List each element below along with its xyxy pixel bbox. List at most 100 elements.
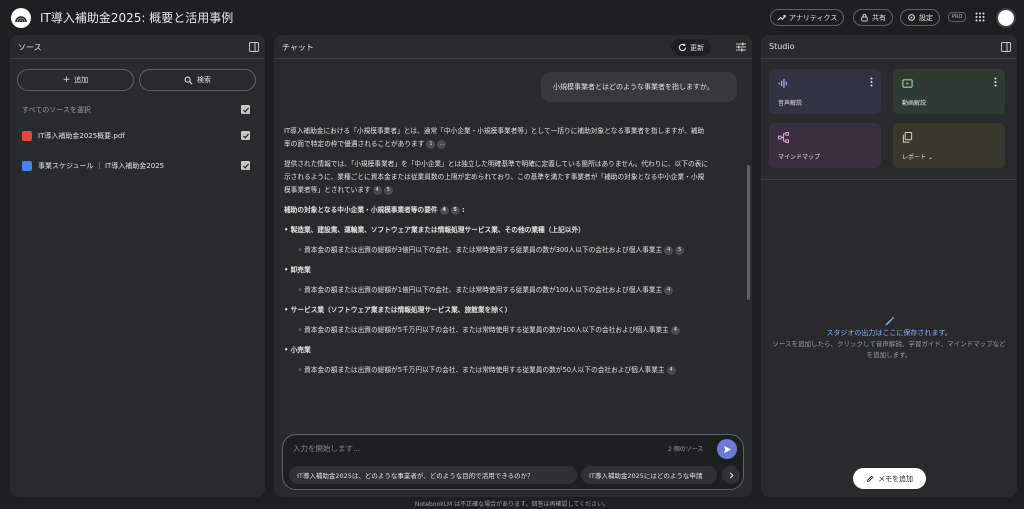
source-checkbox[interactable] — [241, 131, 250, 140]
source-checkbox[interactable] — [241, 161, 250, 170]
source-item[interactable]: 事業スケジュール ｜ IT導入補助金2025 — [22, 161, 164, 171]
sources-title: ソース — [18, 43, 42, 52]
lock-icon — [861, 13, 868, 22]
user-message-bubble: 小規模事業者とはどのような事業者を指しますか。 — [541, 72, 737, 102]
pdf-icon — [22, 131, 32, 141]
app-header: IT導入補助金2025: 概要と活用事例 アナリティクス 共有 設定 PRO — [0, 0, 1024, 35]
video-icon — [902, 79, 913, 88]
industry-item: • 卸売業 — [284, 266, 311, 274]
chevron-down-icon: ⌄ — [927, 154, 933, 161]
requirement-detail: ◦ 資本金の額または出資の総額が3億円以下の会社、または常時使用する従業員の数が… — [298, 246, 663, 254]
collapse-panel-icon[interactable] — [1001, 42, 1011, 52]
answer-paragraph: 提供された情報では、「小規模事業者」を「中小企業」とは独立した明確基準で明確に定… — [284, 160, 709, 194]
studio-header: Studio — [761, 35, 1017, 59]
search-icon — [184, 76, 193, 84]
plus-icon: + — [62, 75, 71, 85]
citation-chip[interactable]: 4 — [666, 365, 676, 375]
sources-header: ソース — [10, 35, 265, 59]
select-all-label: すべてのソースを選択 — [22, 106, 91, 114]
user-avatar[interactable] — [996, 8, 1016, 28]
requirement-detail: ◦ 資本金の額または出資の総額が5千万円以下の会社、または常時使用する従業員の数… — [298, 366, 665, 374]
add-source-label: 追加 — [74, 76, 89, 84]
sources-panel: ソース + 追加 検索 すべてのソースを選択 IT導入補助金2025概要.pdf… — [10, 35, 265, 497]
share-label: 共有 — [872, 13, 886, 22]
web-icon — [22, 161, 32, 171]
studio-empty-description: ソースを追加したら、クリックして音声解説、学習ガイド、マインドマップなどを追加し… — [772, 340, 1006, 359]
settings-label: 設定 — [919, 13, 933, 22]
send-button[interactable] — [717, 439, 737, 459]
source-item-label: IT導入補助金2025概要.pdf — [38, 132, 125, 140]
refresh-label: 更新 — [690, 43, 704, 52]
send-arrow-icon — [723, 445, 731, 453]
share-button[interactable]: 共有 — [853, 9, 893, 26]
chat-input[interactable] — [293, 441, 653, 455]
citation-chip[interactable]: 4 — [664, 245, 674, 255]
studio-card-audio[interactable]: 音声解説 — [769, 69, 881, 114]
chevron-right-icon — [729, 471, 734, 479]
gear-icon — [908, 14, 915, 21]
chat-scrollbar[interactable] — [747, 165, 750, 300]
settings-button[interactable]: 設定 — [900, 9, 940, 26]
trending-up-icon — [777, 15, 786, 21]
collapse-panel-icon[interactable] — [249, 42, 259, 52]
industry-item: • 小売業 — [284, 346, 311, 354]
apps-grid-icon[interactable] — [975, 12, 985, 22]
report-icon — [902, 132, 913, 143]
suggested-question[interactable]: IT導入補助金2025は、どのような事業者が、どのような目的で活用できるのか？ — [289, 466, 577, 484]
citation-chip[interactable]: 5 — [450, 205, 460, 215]
answer-paragraph: IT導入補助金における「小規模事業者」とは、通常「中小企業・小規模事業者等」とし… — [284, 127, 705, 148]
analytics-button[interactable]: アナリティクス — [770, 9, 845, 26]
disclaimer-footer: NotebookLM は不正確な場合があります。回答は再確認してください。 — [414, 501, 610, 508]
citation-chip[interactable]: ... — [437, 139, 447, 149]
studio-card-label: 音声解説 — [778, 100, 803, 107]
suggested-question[interactable]: IT導入補助金2025にはどのような申請 — [581, 466, 717, 484]
search-source-label: 検索 — [197, 76, 211, 84]
industry-item: • 製造業、建設業、運輸業、ソフトウェア業または情報処理サービス業、その他の業種… — [284, 226, 585, 234]
studio-empty-title: スタジオの出力はここに保存されます。 — [826, 329, 952, 337]
citation-chip[interactable]: 5 — [675, 245, 685, 255]
citation-chip[interactable]: 5 — [383, 185, 393, 195]
user-message-text: 小規模事業者とはどのような事業者を指しますか。 — [553, 83, 714, 91]
studio-title: Studio — [769, 42, 795, 51]
add-source-button[interactable]: + 追加 — [17, 69, 134, 91]
refresh-icon — [678, 43, 687, 52]
studio-card-label: レポート ⌄ — [902, 152, 933, 161]
answer-heading: 補助の対象となる中小企業・小規模事業者等の要件 — [284, 206, 438, 214]
citation-chip[interactable]: 1 — [426, 139, 436, 149]
studio-card-mindmap[interactable]: マインドマップ — [769, 123, 881, 168]
search-source-button[interactable]: 検索 — [139, 69, 256, 91]
notebooklm-logo-icon[interactable] — [11, 8, 31, 28]
studio-card-report[interactable]: レポート ⌄ — [893, 123, 1005, 168]
more-vert-icon[interactable] — [994, 77, 997, 87]
citation-chip[interactable]: 4 — [439, 205, 449, 215]
refresh-button[interactable]: 更新 — [671, 39, 711, 56]
citation-chip[interactable]: 4 — [670, 325, 680, 335]
check-icon — [242, 133, 249, 139]
tune-settings-icon[interactable] — [736, 42, 746, 52]
mindmap-icon — [778, 132, 789, 143]
citation-chip[interactable]: 4 — [372, 185, 382, 195]
chat-panel: チャット 更新 小規模事業者とはどのような事業者を指しますか。 IT導入補助金に… — [274, 35, 752, 497]
check-icon — [242, 107, 249, 113]
source-item[interactable]: IT導入補助金2025概要.pdf — [22, 131, 125, 141]
source-item-label: 事業スケジュール ｜ IT導入補助金2025 — [38, 162, 165, 170]
industry-item: • サービス業（ソフトウェア業または情報処理サービス業、旅館業を除く） — [284, 306, 512, 314]
more-vert-icon[interactable] — [870, 77, 873, 87]
requirement-detail: ◦ 資本金の額または出資の総額が5千万円以下の会社、または常時使用する従業員の数… — [298, 326, 669, 334]
citation-chip[interactable]: 4 — [664, 285, 674, 295]
studio-panel: Studio 音声解説 動画解説 マインドマップ レポート ⌄ スタジオの出力は… — [761, 35, 1017, 497]
requirement-detail: ◦ 資本金の額または出資の総額が1億円以下の会社、または常時使用する従業員の数が… — [298, 286, 663, 294]
suggestions-next-button[interactable] — [722, 466, 740, 484]
notebook-title[interactable]: IT導入補助金2025: 概要と活用事例 — [40, 9, 233, 26]
studio-card-label: 動画解説 — [902, 100, 927, 107]
note-add-icon — [867, 475, 874, 482]
studio-card-video[interactable]: 動画解説 — [893, 69, 1005, 114]
studio-card-label: マインドマップ — [778, 154, 821, 161]
pro-badge: PRO — [948, 12, 967, 22]
select-all-checkbox[interactable] — [241, 105, 250, 114]
chat-header: チャット 更新 — [274, 35, 752, 59]
check-icon — [242, 163, 249, 169]
chat-title: チャット — [282, 43, 314, 52]
add-note-button[interactable]: メモを追加 — [853, 468, 926, 489]
assistant-answer: IT導入補助金における「小規模事業者」とは、通常「中小企業・小規模事業者等」とし… — [284, 127, 709, 375]
